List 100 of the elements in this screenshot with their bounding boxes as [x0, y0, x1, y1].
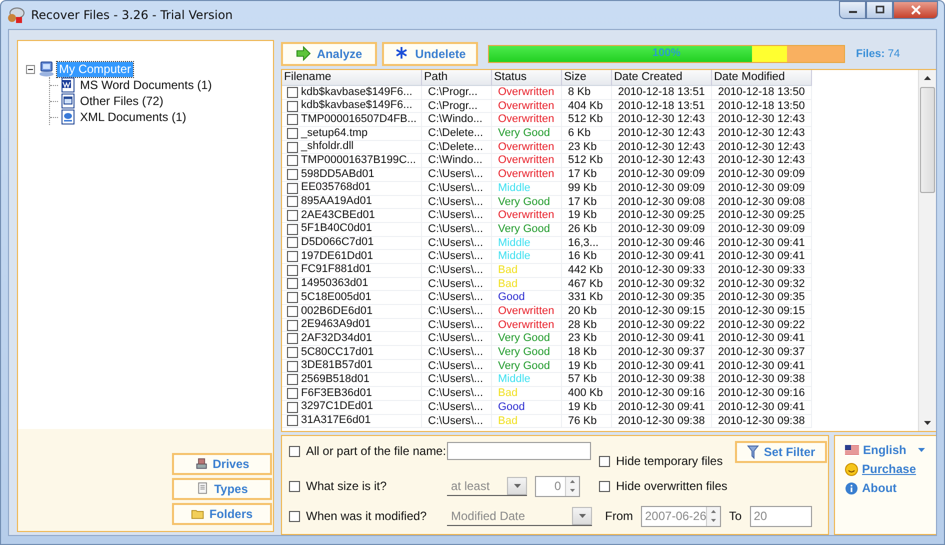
close-button[interactable] — [893, 1, 938, 19]
table-cell: 2010-12-30 09:09 — [612, 182, 712, 196]
tree-item[interactable]: Other Files (72) — [78, 94, 166, 108]
table-cell: 28 Kb — [562, 318, 612, 332]
tree-item[interactable]: My Computer — [57, 62, 134, 76]
checkbox[interactable] — [287, 114, 298, 126]
table-cell: 2010-12-30 09:16 — [712, 387, 812, 401]
checkbox[interactable] — [287, 155, 298, 166]
size-field[interactable]: 0 — [535, 476, 580, 496]
view-button[interactable]: Folders — [172, 503, 272, 525]
checkbox[interactable] — [287, 360, 298, 372]
table-cell: 2010-12-30 09:38 — [712, 414, 812, 428]
to-date-field[interactable]: 20 — [750, 506, 812, 526]
table-cell: 2010-12-30 12:43 — [612, 140, 712, 154]
status-cell: Very Good — [492, 360, 562, 374]
checkbox[interactable] — [289, 510, 300, 522]
column-header[interactable]: Path — [422, 70, 492, 86]
scrollbar[interactable] — [918, 70, 936, 431]
table-cell: 2010-12-18 13:51 — [612, 100, 712, 114]
table-cell: 512 Kb — [562, 113, 612, 128]
checkbox[interactable] — [287, 278, 298, 290]
scroll-thumb[interactable] — [920, 87, 935, 193]
from-date-field[interactable]: 2007-06-26 — [641, 506, 721, 526]
checkbox[interactable] — [287, 142, 298, 153]
checkbox[interactable] — [287, 128, 298, 139]
file-name: kdb$kavbase$149F6... — [301, 86, 412, 99]
column-header[interactable]: Status — [492, 70, 562, 86]
column-header[interactable]: Size — [562, 70, 612, 86]
file-name: 5C18E005d01 — [301, 291, 372, 304]
view-button[interactable]: Drives — [172, 453, 272, 475]
table-cell: 2010-12-30 09:09 — [612, 168, 712, 182]
file-name: 31A317E6d01 — [301, 414, 371, 428]
file-name: 14950363d01 — [301, 278, 368, 290]
status-cell: Good — [492, 400, 562, 414]
table-cell: 2010-12-30 09:46 — [612, 236, 712, 250]
file-name: FC91F881d01 — [301, 264, 372, 277]
checkbox[interactable] — [287, 292, 298, 304]
funnel-icon — [746, 445, 759, 459]
status-cell: Middle — [492, 236, 562, 250]
checkbox[interactable] — [287, 264, 298, 276]
checkbox[interactable] — [287, 86, 298, 98]
checkbox[interactable] — [287, 168, 298, 180]
size-dropdown[interactable]: at least — [447, 476, 527, 496]
checkbox[interactable] — [287, 306, 298, 317]
maximize-button[interactable] — [866, 1, 893, 19]
status-cell: Very Good — [492, 346, 562, 360]
checkbox[interactable] — [287, 346, 298, 358]
checkbox[interactable] — [287, 210, 298, 222]
undelete-button[interactable]: Undelete — [382, 42, 478, 66]
checkbox[interactable] — [287, 374, 298, 386]
checkbox[interactable] — [287, 224, 298, 235]
window-title: Recover Files - 3.26 - Trial Version — [31, 8, 233, 22]
about-link[interactable]: About — [862, 481, 897, 495]
checkbox[interactable] — [287, 182, 298, 194]
table-cell: 2010-12-30 12:43 — [712, 113, 812, 128]
table-cell: 23 Kb — [562, 332, 612, 346]
checkbox[interactable] — [287, 388, 298, 399]
column-header[interactable]: Date Created — [612, 70, 712, 86]
set-filter-button[interactable]: Set Filter — [735, 441, 827, 463]
checkbox[interactable] — [287, 251, 298, 262]
checkbox[interactable] — [599, 456, 610, 466]
checkbox[interactable] — [287, 402, 298, 413]
tree-item[interactable]: MS Word Documents (1) — [78, 78, 214, 92]
analyze-button[interactable]: Analyze — [281, 42, 377, 66]
checkbox[interactable] — [599, 480, 610, 492]
checkbox[interactable] — [287, 320, 298, 331]
checkbox[interactable] — [289, 480, 300, 492]
checkbox[interactable] — [289, 446, 300, 456]
table-cell: 26 Kb — [562, 222, 612, 237]
checkbox[interactable] — [287, 100, 298, 112]
table-cell: 2010-12-30 09:25 — [612, 209, 712, 223]
table-cell: 2010-12-30 09:41 — [612, 332, 712, 346]
checkbox[interactable] — [287, 237, 298, 248]
table-cell: C:\Users\... — [422, 414, 492, 428]
asterisk-icon — [394, 46, 410, 61]
info-icon — [845, 482, 858, 494]
table-cell: C:\Users\... — [422, 264, 492, 278]
table-cell: 2010-12-18 13:50 — [712, 86, 812, 100]
column-header[interactable]: Date Modified — [712, 70, 812, 86]
files-count: 74 — [888, 48, 900, 60]
checkbox[interactable] — [287, 333, 298, 344]
column-header[interactable]: Filename — [282, 70, 422, 86]
file-name: 598DD5ABd01 — [301, 168, 374, 181]
checkbox[interactable] — [287, 196, 298, 208]
tree-item[interactable]: XML Documents (1) — [78, 110, 188, 124]
caret-icon — [514, 484, 520, 488]
table-cell: 2010-12-30 09:38 — [612, 373, 712, 388]
minimize-button[interactable] — [839, 1, 866, 19]
checkbox[interactable] — [287, 415, 298, 426]
progress-label: 100% — [651, 46, 682, 58]
table-cell: 2010-12-30 09:08 — [612, 196, 712, 210]
table-cell: 2010-12-30 09:38 — [712, 373, 812, 388]
date-type-dropdown[interactable]: Modified Date — [447, 506, 592, 526]
file-name-field[interactable] — [447, 442, 591, 460]
view-button[interactable]: Types — [172, 478, 272, 500]
language-dropdown[interactable]: English — [845, 443, 906, 457]
table-cell: 17 Kb — [562, 196, 612, 210]
expander-icon[interactable] — [26, 64, 35, 74]
purchase-link[interactable]: Purchase — [862, 462, 916, 476]
table-cell: 16 Kb — [562, 250, 612, 264]
